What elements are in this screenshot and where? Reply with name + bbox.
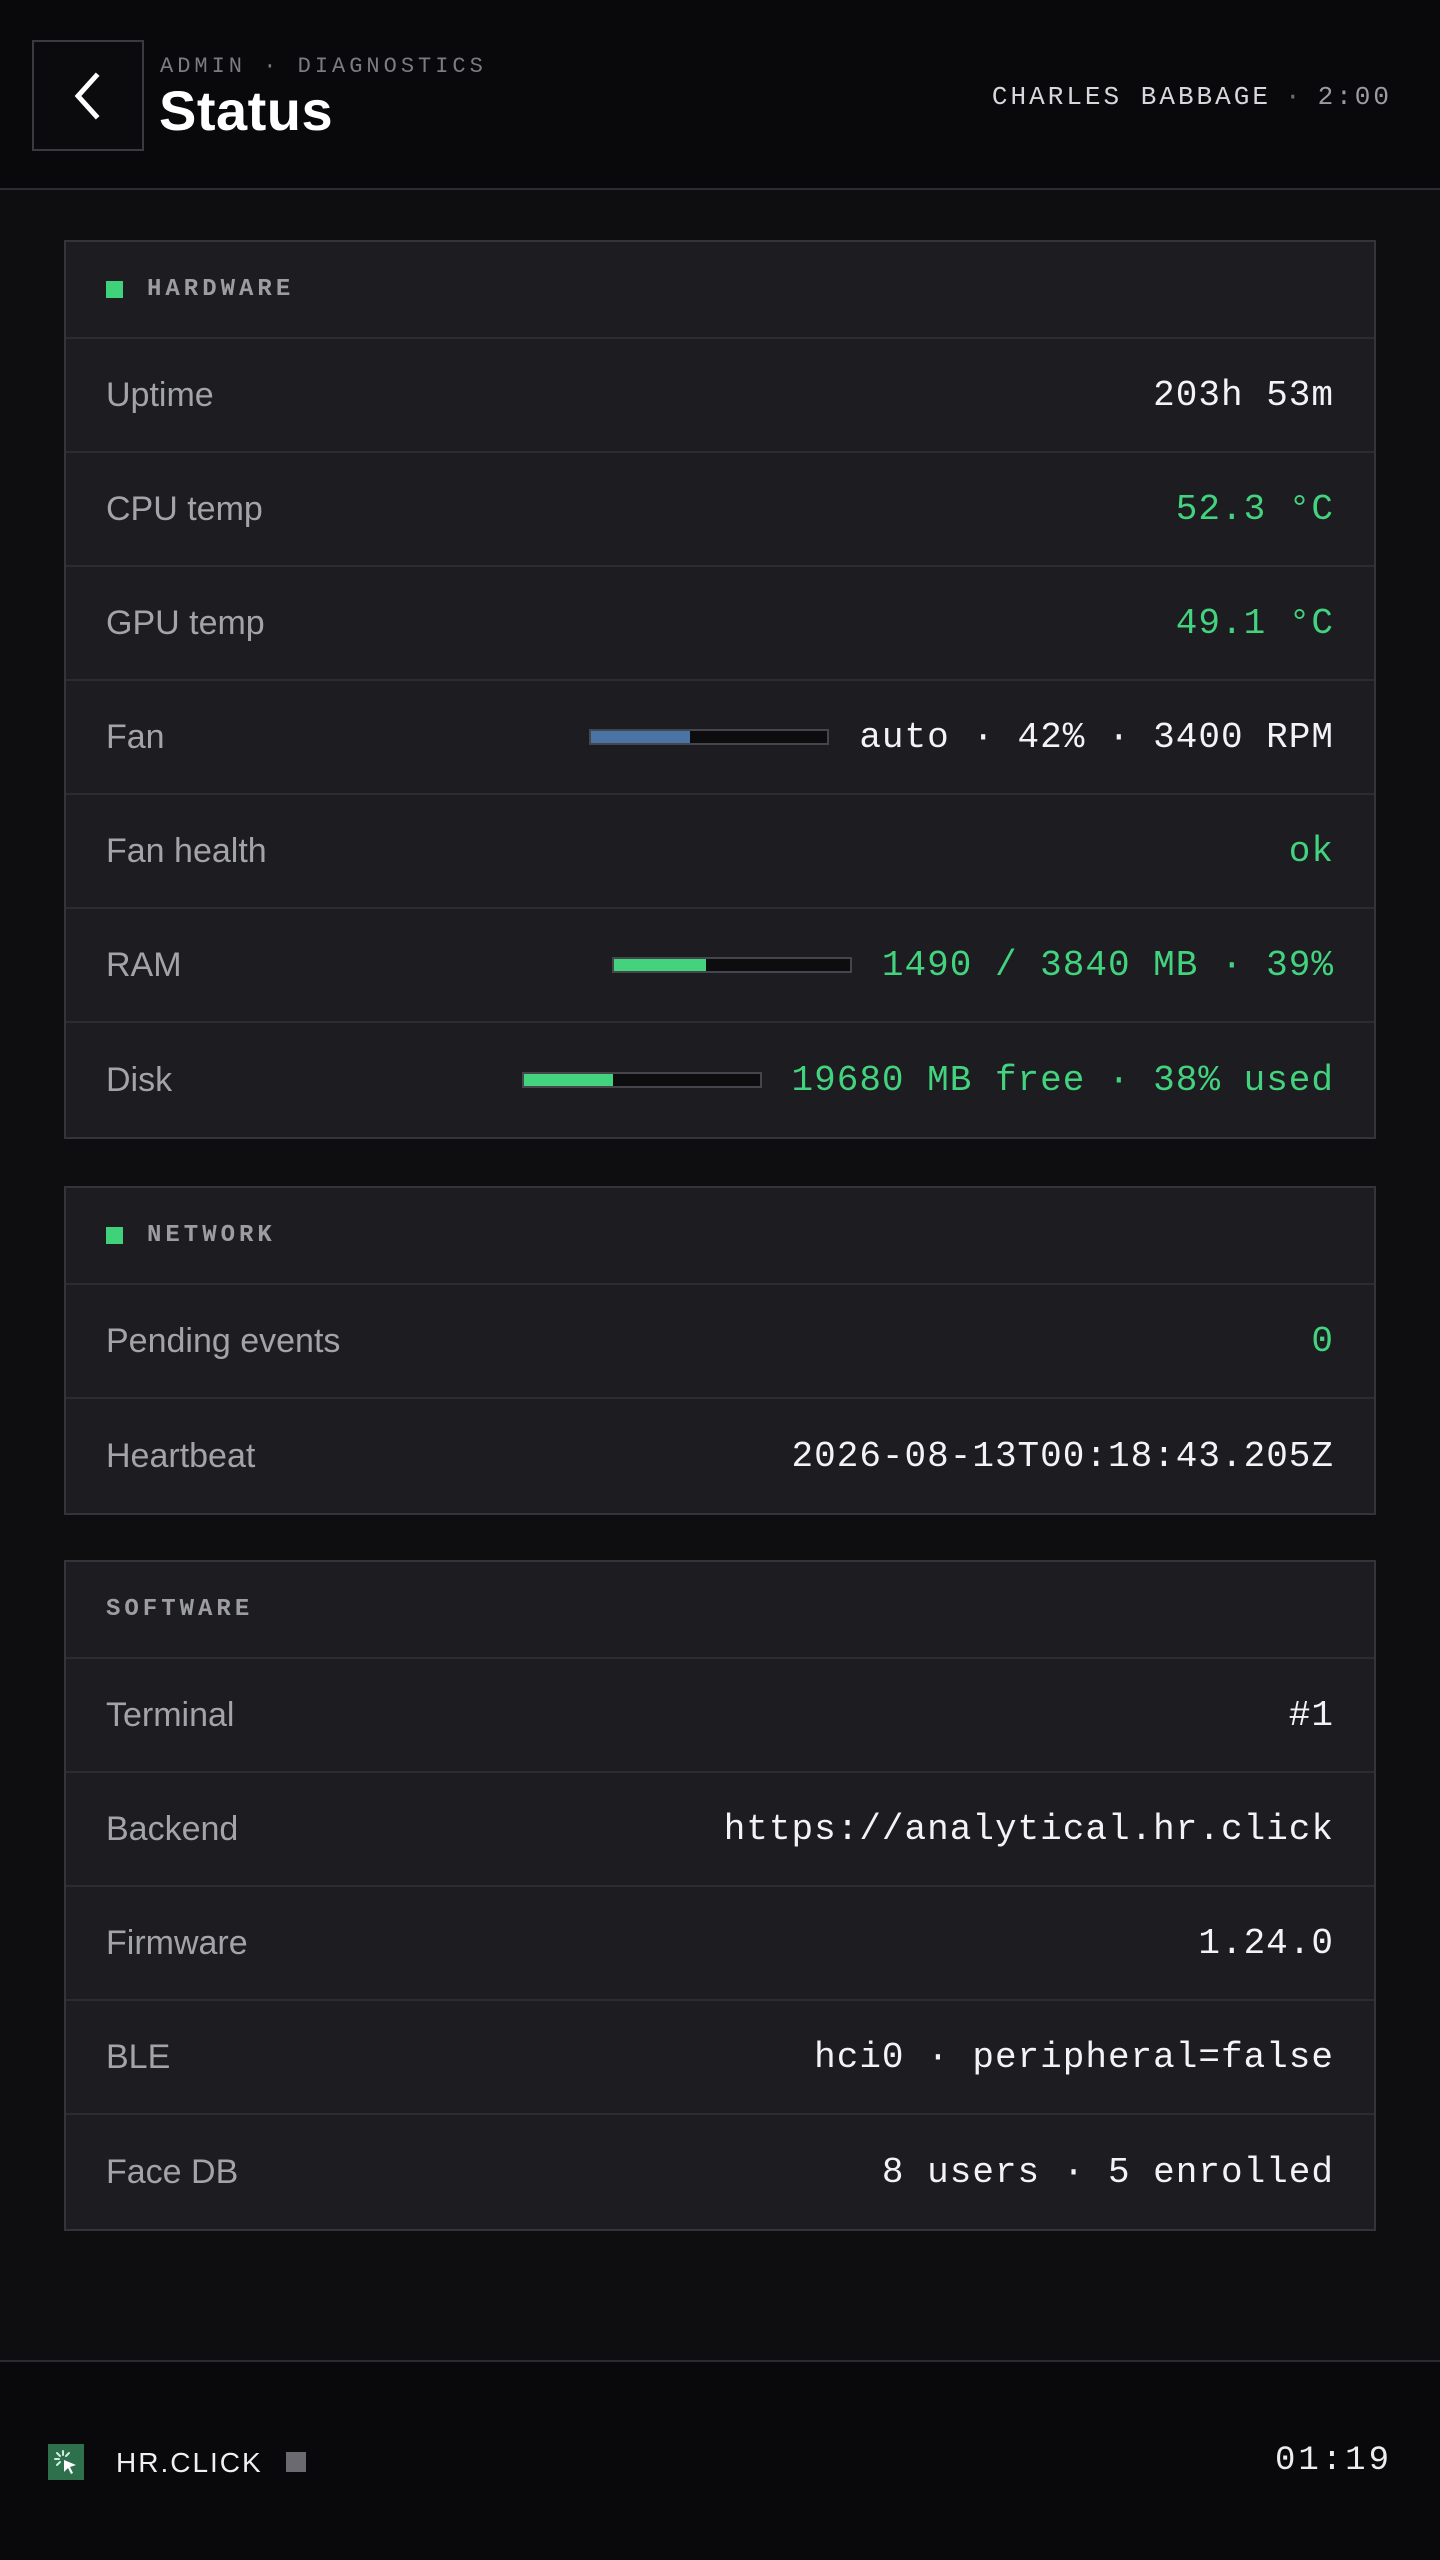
user-clock: CHARLES BABBAGE · 2:00 xyxy=(992,82,1392,112)
fan-progress-bar xyxy=(589,729,830,745)
row-label: Face DB xyxy=(106,2152,239,2191)
row-backend: Backend https://analytical.hr.click xyxy=(66,1773,1374,1887)
brand-name: HR.CLICK xyxy=(116,2447,263,2478)
page-title: Status xyxy=(159,79,334,142)
panel-header: HARDWARE xyxy=(66,242,1374,339)
row-label: Pending events xyxy=(106,1321,341,1360)
row-fan-health: Fan health ok xyxy=(66,795,1374,909)
row-label: GPU temp xyxy=(106,603,265,642)
panel-title: HARDWARE xyxy=(147,276,295,303)
row-value: 0 xyxy=(1311,1320,1334,1362)
row-label: CPU temp xyxy=(106,489,263,528)
panel-header: NETWORK xyxy=(66,1188,1374,1285)
row-value: auto · 42% · 3400 RPM xyxy=(859,716,1334,758)
software-panel: SOFTWARE Terminal #1 Backend https://ana… xyxy=(64,1560,1376,2231)
row-label: Heartbeat xyxy=(106,1436,256,1475)
panel-title: SOFTWARE xyxy=(106,1596,254,1623)
row-label: RAM xyxy=(106,945,182,984)
ram-progress-bar xyxy=(611,957,852,973)
row-value: ok xyxy=(1288,830,1334,872)
row-value: 52.3 °C xyxy=(1175,488,1334,530)
network-panel: NETWORK Pending events 0 Heartbeat 2026-… xyxy=(64,1186,1376,1515)
ram-progress-fill xyxy=(613,959,706,971)
row-label: Uptime xyxy=(106,375,214,414)
top-bar: ADMIN · DIAGNOSTICS Status CHARLES BABBA… xyxy=(0,0,1440,190)
row-ram: RAM 1490 / 3840 MB · 39% xyxy=(66,909,1374,1023)
row-label: Fan health xyxy=(106,831,267,870)
breadcrumb: ADMIN · DIAGNOSTICS xyxy=(160,54,487,79)
row-value: #1 xyxy=(1288,1694,1334,1736)
indicator-square-icon xyxy=(286,2452,306,2472)
hr-click-logo-icon xyxy=(48,2444,84,2480)
status-dot-icon xyxy=(106,1227,123,1244)
panel-header: SOFTWARE xyxy=(66,1562,1374,1659)
row-uptime: Uptime 203h 53m xyxy=(66,339,1374,453)
row-cpu-temp: CPU temp 52.3 °C xyxy=(66,453,1374,567)
row-label: Terminal xyxy=(106,1695,235,1734)
row-heartbeat: Heartbeat 2026-08-13T00:18:43.205Z xyxy=(66,1399,1374,1513)
row-ble: BLE hci0 · peripheral=false xyxy=(66,2001,1374,2115)
row-value: 2026-08-13T00:18:43.205Z xyxy=(791,1435,1334,1477)
row-value: hci0 · peripheral=false xyxy=(814,2036,1334,2078)
separator: · xyxy=(1284,82,1304,112)
row-label: Disk xyxy=(106,1060,173,1099)
row-label: Fan xyxy=(106,717,165,756)
row-pending-events: Pending events 0 xyxy=(66,1285,1374,1399)
row-value: 1.24.0 xyxy=(1198,1922,1334,1964)
panel-title: NETWORK xyxy=(147,1222,276,1249)
row-label: Firmware xyxy=(106,1923,248,1962)
row-label: Backend xyxy=(106,1809,239,1848)
footer-clock: 01:19 xyxy=(1274,2442,1392,2480)
row-disk: Disk 19680 MB free · 38% used xyxy=(66,1023,1374,1137)
row-value: 8 users · 5 enrolled xyxy=(881,2151,1334,2193)
disk-progress-bar xyxy=(521,1072,762,1088)
disk-progress-fill xyxy=(523,1074,614,1086)
hardware-panel: HARDWARE Uptime 203h 53m CPU temp 52.3 °… xyxy=(64,240,1376,1139)
row-value: 203h 53m xyxy=(1153,374,1334,416)
row-terminal: Terminal #1 xyxy=(66,1659,1374,1773)
row-value: 19680 MB free · 38% used xyxy=(791,1059,1334,1101)
row-value: 49.1 °C xyxy=(1175,602,1334,644)
row-firmware: Firmware 1.24.0 xyxy=(66,1887,1374,2001)
cursor-click-icon xyxy=(54,2450,76,2474)
row-value: https://analytical.hr.click xyxy=(723,1808,1334,1850)
status-dot-icon xyxy=(106,281,123,298)
row-fan: Fan auto · 42% · 3400 RPM xyxy=(66,681,1374,795)
row-value: 1490 / 3840 MB · 39% xyxy=(881,944,1334,986)
row-face-db: Face DB 8 users · 5 enrolled xyxy=(66,2115,1374,2229)
fan-progress-fill xyxy=(591,731,691,743)
chevron-left-icon xyxy=(74,71,100,120)
row-label: BLE xyxy=(106,2037,171,2076)
header-clock: 2:00 xyxy=(1317,82,1392,112)
user-name: CHARLES BABBAGE xyxy=(991,82,1271,112)
back-button[interactable] xyxy=(32,40,144,151)
row-gpu-temp: GPU temp 49.1 °C xyxy=(66,567,1374,681)
